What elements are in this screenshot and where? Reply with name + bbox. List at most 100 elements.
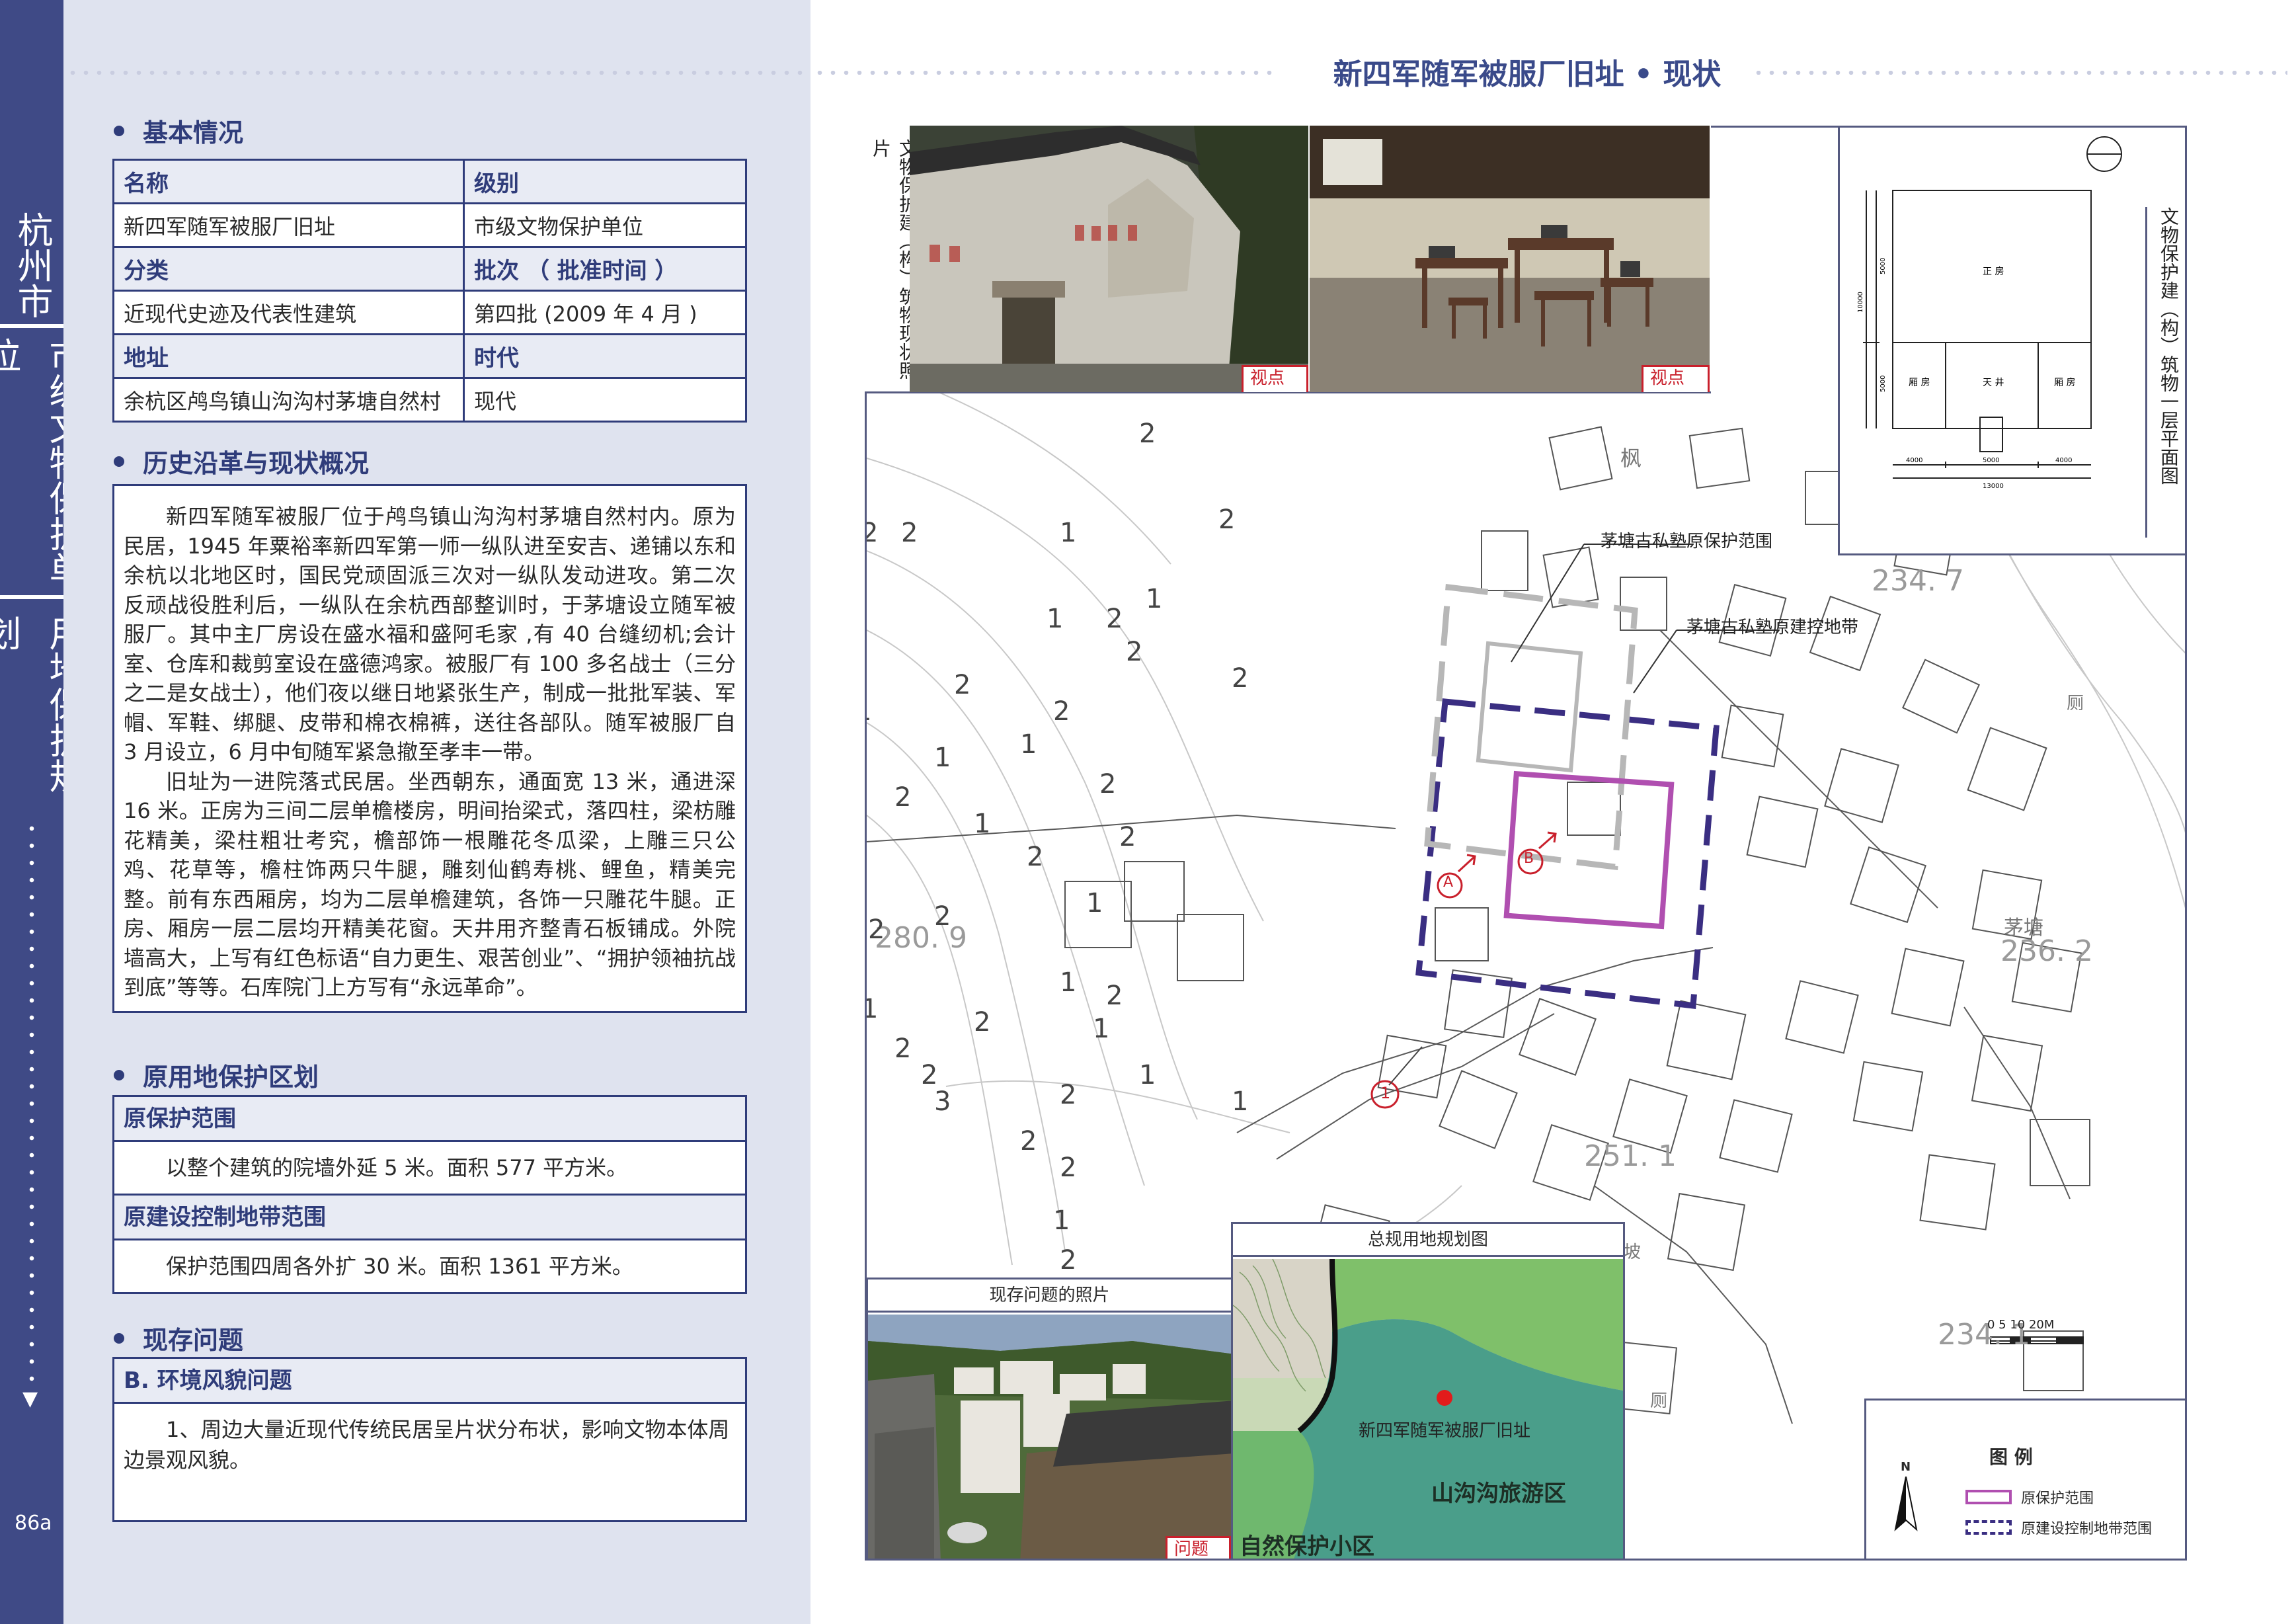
original-range-text: 以整个建筑的院墙外延 5 米。面积 577 平方米。: [114, 1142, 745, 1196]
building-floor-number: 1: [1060, 518, 1077, 548]
landuse-zone-label: 山沟沟旅游区: [1431, 1481, 1566, 1507]
plan-dim: 5000: [1880, 376, 1887, 392]
sidebar-dots: [29, 820, 34, 1382]
table-row: 分类 批次 （ 批准时间 ）: [112, 246, 747, 292]
building-floor-number: 1: [1020, 729, 1037, 760]
map-legend: 图 例 N 原保护范围 原建设控制地带范围: [1864, 1399, 2187, 1561]
sidebar-category: 市级文物保护单位: [0, 337, 85, 587]
photo-viewpoint-a: 视点 A: [910, 126, 1308, 392]
building-floor-number: 2: [1106, 604, 1123, 634]
original-control-callout: 茅塘古私塾原建控地带: [1686, 618, 1859, 637]
legend-title: 图 例: [1989, 1446, 2033, 1468]
basic-info-table: 名称 级别 新四军随军被服厂旧址 市级文物保护单位 分类 批次 （ 批准时间 ）…: [112, 159, 747, 423]
landuse-site-label: 新四军随军被服厂旧址: [1359, 1421, 1531, 1441]
plan-dim: 4000: [1906, 457, 1922, 464]
original-range-title: 原保护范围: [114, 1097, 745, 1142]
basic-info-heading: 基本情况: [114, 112, 243, 149]
scale-bar-label: 0 5 10 20M: [1987, 1318, 2055, 1332]
dotted-rule: [813, 71, 1276, 75]
history-paragraph: 旧址为一进院落式民居。坐西朝东，通面宽 13 米，通进深 16 米。正房为三间二…: [124, 768, 736, 1000]
plan-room-label: 厢 房: [1909, 378, 1930, 388]
building-floor-number: 1: [1060, 967, 1077, 998]
issue-photo-inset: 现存问题的照片 问题 1: [866, 1278, 1233, 1561]
building-floor-number: 2: [934, 901, 951, 932]
page-number: 86a: [15, 1512, 52, 1535]
table-cell: 近现代史迹及代表性建筑: [112, 290, 465, 335]
table-row: 近现代史迹及代表性建筑 第四批 (2009 年 4 月 ): [112, 290, 747, 335]
place-label: 枫: [1620, 446, 1642, 471]
down-arrow-icon: ▼: [22, 1387, 38, 1410]
building-floor-number: 2: [1139, 419, 1156, 449]
photo-viewpoint-b: 视点 B: [1310, 126, 1710, 392]
plan-dim: 5000: [1983, 457, 1999, 464]
building-floor-number: 1: [1232, 1086, 1249, 1117]
building-floor-number: 2: [1060, 1245, 1077, 1276]
building-floor-number: 2: [1060, 1080, 1077, 1110]
problems-text: 1、周边大量近现代传统民居呈片状分布状，影响文物本体周边景观风貌。: [114, 1404, 745, 1520]
sidebar-divider: [0, 595, 63, 599]
plan-dim: 10000: [1857, 292, 1864, 313]
plan-dim: 5000: [1880, 258, 1887, 274]
dotted-rule: [1752, 71, 2287, 75]
table-cell: 市级文物保护单位: [463, 202, 747, 248]
building-floor-number: 2: [1218, 505, 1236, 535]
status-photos: 文物保护建（构）筑物现状照片 视点 A: [865, 126, 1711, 393]
table-row: 新四军随军被服厂旧址 市级文物保护单位: [112, 202, 747, 248]
place-label: 茅塘: [2004, 916, 2043, 940]
problems-box: B. 环境风貌问题 1、周边大量近现代传统民居呈片状分布状，影响文物本体周边景观…: [112, 1357, 747, 1522]
issue-photo: [868, 1315, 1231, 1559]
viewpoint-a-marker: A: [1443, 874, 1454, 891]
side-band: 杭州市 市级文物保护单位 用地保护规划 ▼ 86a: [0, 0, 85, 1624]
table-cell: 余杭区鸬鸟镇山沟沟村茅塘自然村: [112, 377, 465, 423]
building-floor-number: 2: [974, 1007, 991, 1037]
building-floor-number: 1: [934, 743, 951, 773]
table-cell: 地址: [112, 333, 465, 379]
building-floor-number: 2: [954, 670, 971, 700]
building-floor-number: 2: [868, 914, 885, 945]
building-floor-number: 1: [1086, 888, 1103, 918]
viewpoint-b-marker: B: [1524, 850, 1534, 867]
building-floor-number: 2: [894, 782, 912, 813]
original-protection-box: 原保护范围 以整个建筑的院墙外延 5 米。面积 577 平方米。 原建设控制地带…: [112, 1095, 747, 1294]
building-floor-number: 2: [1099, 769, 1117, 799]
building-floor-number: 2: [1060, 1153, 1077, 1183]
table-row: 地址 时代: [112, 333, 747, 379]
building-floor-number: 1: [1146, 584, 1163, 614]
table-cell: 批次 （ 批准时间 ）: [463, 246, 747, 292]
plan-label: 文物保护建（构）筑物一层平面图: [2145, 207, 2182, 538]
legend-swatch: [1965, 1490, 2012, 1504]
building-floor-number: 2: [867, 518, 878, 548]
bullet-icon: [114, 125, 124, 136]
table-cell: 级别: [463, 159, 747, 204]
sidebar-divider: [0, 324, 63, 328]
plan-dim: 13000: [1983, 483, 2004, 490]
building-floor-number: 2: [894, 1034, 912, 1064]
table-row: 余杭区鸬鸟镇山沟沟村茅塘自然村 现代: [112, 377, 747, 423]
landuse-map: [1233, 1259, 1623, 1559]
legend-item: 原建设控制地带范围: [1965, 1517, 2152, 1538]
north-arrow-icon: [1894, 1477, 1918, 1531]
building-floor-number: 1: [867, 994, 878, 1024]
original-protection-heading: 原用地保护区划: [114, 1057, 319, 1093]
floor-plan: 正 房 厢 房 天 井 厢 房 4000 5000 4000 13000 500…: [1838, 126, 2187, 555]
plan-room-label: 天 井: [1983, 378, 2004, 388]
table-cell: 名称: [112, 159, 465, 204]
elevation-label: 251. 1: [1584, 1139, 1677, 1173]
toilet-label: 厕: [1650, 1391, 1668, 1411]
photo-b-tag: 视点 B: [1642, 365, 1710, 392]
issue-marker: 1: [1380, 1084, 1391, 1102]
photo-a-tag: 视点 A: [1242, 365, 1308, 392]
building-floor-number: 2: [1020, 1126, 1037, 1157]
landuse-caption: 总规用地规划图: [1233, 1224, 1623, 1257]
building-floor-number: 2: [901, 518, 918, 548]
elevation-label: 280. 9: [875, 921, 967, 955]
building-floor-number: 1: [1053, 1205, 1070, 1236]
page-title: 新四军随军被服厂旧址 • 现状: [1333, 58, 1722, 91]
landuse-inset: 总规用地规划图 新四军随军被服厂旧址 山沟沟旅游区 自然保护小区: [1231, 1222, 1625, 1561]
bullet-icon: [114, 456, 124, 467]
building-floor-number: 2: [1106, 981, 1123, 1011]
toilet-label: 厕: [2067, 694, 2084, 713]
legend-item: 原保护范围: [1965, 1486, 2094, 1508]
history-text-box: 新四军随军被服厂位于鸬鸟镇山沟沟村茅塘自然村内。原为民居，1945 年粟裕率新四…: [112, 484, 747, 1013]
bullet-icon: [114, 1332, 124, 1344]
